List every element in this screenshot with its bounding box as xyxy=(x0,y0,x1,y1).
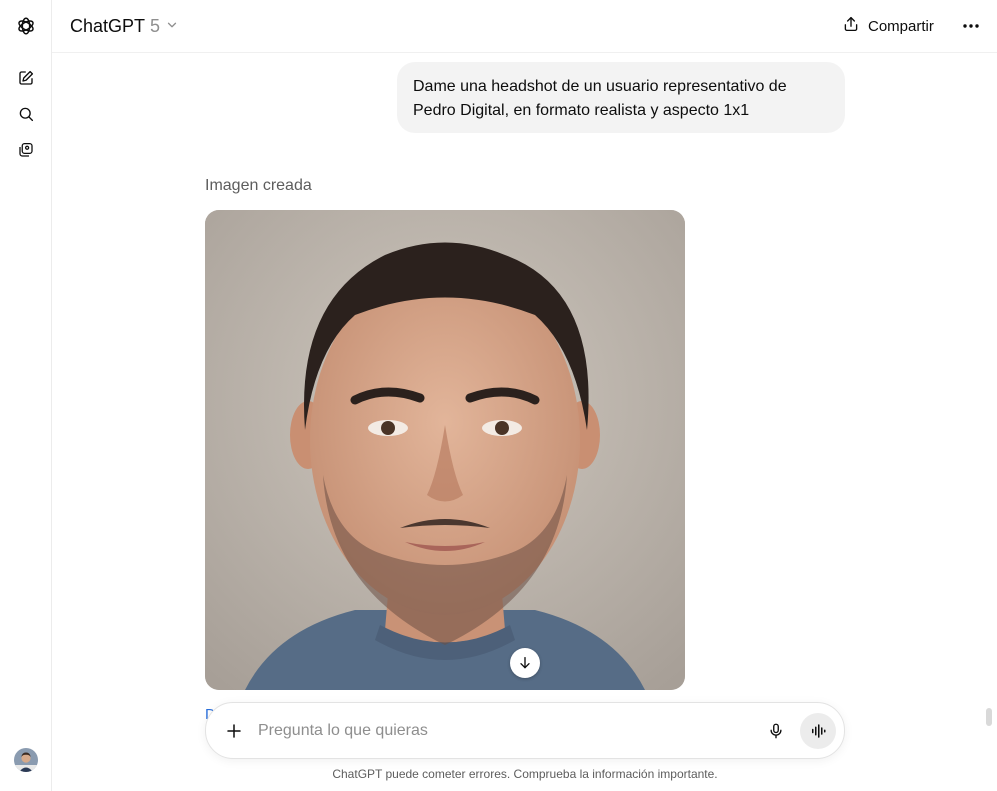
voice-mode-button[interactable] xyxy=(800,713,836,749)
scrollbar[interactable] xyxy=(986,708,992,726)
share-label: Compartir xyxy=(868,17,934,35)
arrow-down-icon xyxy=(520,657,530,669)
dictate-button[interactable] xyxy=(762,717,790,745)
openai-logo-icon[interactable] xyxy=(11,11,41,41)
library-icon[interactable] xyxy=(11,135,41,165)
user-avatar[interactable] xyxy=(14,748,38,772)
more-options-button[interactable] xyxy=(956,12,986,40)
model-selector[interactable]: ChatGPT 5 xyxy=(64,12,185,40)
download-image-button[interactable] xyxy=(510,648,540,678)
share-icon xyxy=(842,15,860,37)
message-composer xyxy=(205,702,845,759)
model-name: ChatGPT xyxy=(70,15,146,36)
image-created-label: Imagen creada xyxy=(205,177,312,194)
share-button[interactable]: Compartir xyxy=(838,12,938,40)
more-dots-icon xyxy=(963,24,979,28)
chevron-down-icon xyxy=(165,16,179,37)
new-chat-icon[interactable] xyxy=(11,63,41,93)
search-icon[interactable] xyxy=(11,99,41,129)
prompt-input[interactable] xyxy=(258,715,738,747)
microphone-icon xyxy=(770,723,782,739)
add-attachment-button[interactable] xyxy=(220,717,248,745)
user-message-bubble: Dame una headshot de un usuario represen… xyxy=(397,62,845,133)
generated-image[interactable] xyxy=(205,210,685,690)
top-header: ChatGPT 5 Compartir xyxy=(52,0,997,53)
voice-waveform-icon xyxy=(812,724,826,738)
chat-app: ChatGPT 5 Compartir Dame una headshot de… xyxy=(0,0,997,791)
headshot-illustration xyxy=(205,210,685,690)
model-version: 5 xyxy=(150,15,161,36)
sidebar-rail xyxy=(0,0,52,791)
plus-icon xyxy=(227,724,241,738)
disclaimer-text: ChatGPT puede cometer errores. Comprueba… xyxy=(332,767,718,781)
